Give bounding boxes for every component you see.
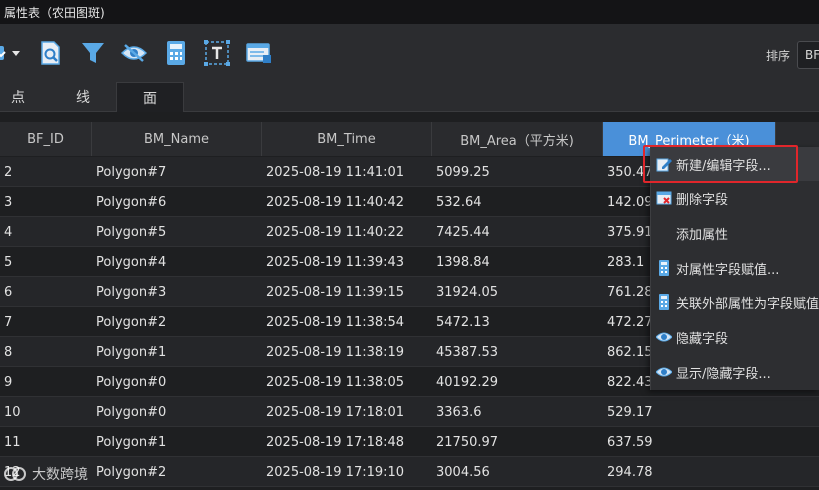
cell-bm-area[interactable]: 1398.84	[432, 247, 603, 277]
eye-icon	[655, 329, 673, 345]
filter-icon[interactable]	[80, 40, 106, 66]
cell-bf-id[interactable]: 6	[0, 277, 92, 307]
cell-bm-time[interactable]: 2025-08-19 17:18:01	[262, 397, 432, 427]
cell-bm-name[interactable]: Polygon#5	[92, 217, 262, 247]
cell-bf-id[interactable]: 4	[0, 217, 92, 247]
menu-item-join-external-attribute[interactable]: 关联外部属性为字段赋值	[651, 285, 819, 319]
cell-bm-name[interactable]: Polygon#1	[92, 427, 262, 457]
text-field-icon[interactable]	[204, 40, 230, 66]
cell-bm-time[interactable]: 2025-08-19 11:38:19	[262, 337, 432, 367]
cell-bm-name[interactable]: Polygon#3	[92, 277, 262, 307]
cell-bm-area[interactable]: 3363.6	[432, 397, 603, 427]
cell-bm-perimeter[interactable]: 294.78	[603, 457, 776, 487]
cell-bm-time[interactable]: 2025-08-19 11:40:42	[262, 187, 432, 217]
cell-bm-name[interactable]: Polygon#4	[92, 247, 262, 277]
sort-label: 排序	[766, 49, 791, 63]
cell-bm-name[interactable]: Polygon#2	[92, 307, 262, 337]
tab-line[interactable]: 线	[50, 82, 116, 112]
menu-item-hide-field[interactable]: 隐藏字段	[651, 320, 819, 354]
menu-item-show-hide-fields[interactable]: 显示/隐藏字段...	[651, 355, 819, 389]
cell-bm-name[interactable]: Polygon#0	[92, 367, 262, 397]
cell-bm-area[interactable]: 5099.25	[432, 157, 603, 187]
sort-select[interactable]: BF	[797, 41, 819, 69]
export-dropdown-icon[interactable]	[0, 40, 24, 66]
watermark-text: 大数跨境	[32, 467, 88, 483]
cell-bm-name[interactable]: Polygon#0	[92, 397, 262, 427]
table-row[interactable]: 11 Polygon#1 2025-08-19 17:18:48 21750.97 63…	[0, 427, 819, 457]
cell-bm-name[interactable]: Polygon#1	[92, 337, 262, 367]
eye-icon	[655, 364, 673, 380]
menu-item-add-attribute[interactable]: 添加属性	[651, 216, 819, 250]
table-view-icon[interactable]	[246, 40, 272, 66]
cell-bm-perimeter[interactable]: 529.17	[603, 397, 776, 427]
cell-bm-area[interactable]: 5472.13	[432, 307, 603, 337]
calculator-icon	[656, 260, 672, 276]
cell-bm-name[interactable]: Polygon#2	[92, 457, 262, 487]
title-bar: 属性表（农田图斑)	[0, 0, 819, 24]
search-document-icon[interactable]	[38, 40, 64, 66]
cell-bm-time[interactable]: 2025-08-19 11:39:15	[262, 277, 432, 307]
table-row[interactable]: 12 Polygon#2 2025-08-19 17:19:10 3004.56 294…	[0, 457, 819, 487]
column-header-bm-area[interactable]: BM_Area（平方米)	[432, 122, 603, 156]
cell-bf-id[interactable]: 10	[0, 397, 92, 427]
column-header-bf-id[interactable]: BF_ID	[0, 122, 92, 156]
watermark: 大数跨境	[4, 462, 88, 486]
cell-bm-time[interactable]: 2025-08-19 11:38:54	[262, 307, 432, 337]
cell-bf-id[interactable]: 3	[0, 187, 92, 217]
cell-bm-time[interactable]: 2025-08-19 11:40:22	[262, 217, 432, 247]
cell-bf-id[interactable]: 8	[0, 337, 92, 367]
cell-bf-id[interactable]: 2	[0, 157, 92, 187]
menu-item-delete-field[interactable]: 删除字段	[651, 181, 819, 215]
delete-field-icon	[656, 190, 672, 206]
cell-bf-id[interactable]: 9	[0, 367, 92, 397]
toolbar: 排序 BF	[0, 24, 819, 82]
cell-bm-time[interactable]: 2025-08-19 11:41:01	[262, 157, 432, 187]
tab-point[interactable]: 点	[0, 82, 36, 112]
cell-bm-area[interactable]: 3004.56	[432, 457, 603, 487]
cell-bm-time[interactable]: 2025-08-19 17:19:10	[262, 457, 432, 487]
window-title: 属性表（农田图斑)	[4, 6, 105, 20]
cell-bm-perimeter[interactable]: 637.59	[603, 427, 776, 457]
cell-bm-area[interactable]: 40192.29	[432, 367, 603, 397]
cell-bm-area[interactable]: 31924.05	[432, 277, 603, 307]
cell-bm-area[interactable]: 45387.53	[432, 337, 603, 367]
geometry-tab-bar: 点 线 面	[0, 82, 819, 112]
cell-bm-name[interactable]: Polygon#7	[92, 157, 262, 187]
cell-bm-area[interactable]: 21750.97	[432, 427, 603, 457]
cell-bf-id[interactable]: 7	[0, 307, 92, 337]
tab-polygon[interactable]: 面	[116, 82, 184, 112]
column-context-menu: 新建/编辑字段... 删除字段 添加属性 对属性字段赋值... 关联外部属性为字…	[650, 147, 819, 390]
cell-bm-time[interactable]: 2025-08-19 11:38:05	[262, 367, 432, 397]
cell-bm-time[interactable]: 2025-08-19 11:39:43	[262, 247, 432, 277]
menu-item-assign-field-value[interactable]: 对属性字段赋值...	[651, 251, 819, 285]
column-header-bm-time[interactable]: BM_Time	[262, 122, 432, 156]
cell-bm-area[interactable]: 7425.44	[432, 217, 603, 247]
hide-eye-icon[interactable]	[121, 40, 147, 66]
cell-bf-id[interactable]: 11	[0, 427, 92, 457]
cell-bm-name[interactable]: Polygon#6	[92, 187, 262, 217]
calculator-icon[interactable]	[163, 40, 189, 66]
edit-field-icon	[656, 156, 672, 172]
table-row[interactable]: 10 Polygon#0 2025-08-19 17:18:01 3363.6 529.…	[0, 397, 819, 427]
cell-bm-area[interactable]: 532.64	[432, 187, 603, 217]
column-header-bm-name[interactable]: BM_Name	[92, 122, 262, 156]
watermark-logo-icon	[4, 464, 26, 484]
cell-bm-time[interactable]: 2025-08-19 17:18:48	[262, 427, 432, 457]
menu-item-new-edit-field[interactable]: 新建/编辑字段...	[651, 147, 819, 181]
cell-bf-id[interactable]: 5	[0, 247, 92, 277]
calculator-icon	[656, 294, 672, 310]
